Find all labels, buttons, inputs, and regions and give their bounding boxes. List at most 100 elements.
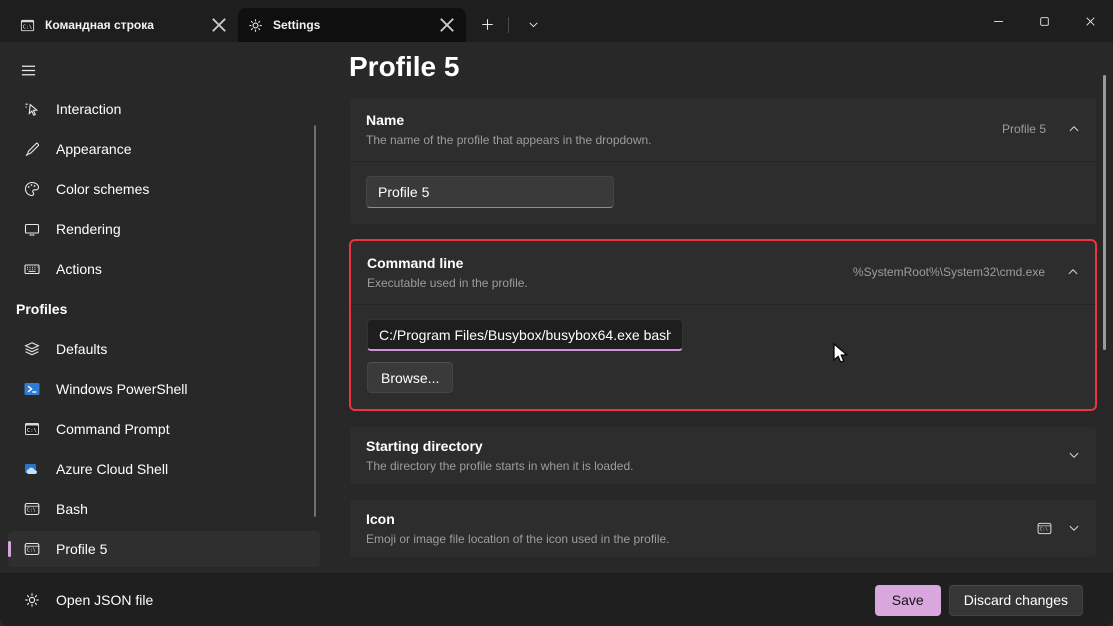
sidebar-item-label: Rendering: [56, 221, 121, 237]
plus-icon: [481, 18, 494, 31]
sidebar-item-label: Color schemes: [56, 181, 149, 197]
hamburger-menu-button[interactable]: [8, 52, 48, 88]
setting-title: Icon: [366, 509, 670, 529]
sidebar-scrollbar[interactable]: [314, 125, 316, 517]
save-button[interactable]: Save: [875, 585, 941, 616]
tab-separator: [508, 17, 509, 33]
svg-text:C:\: C:\: [27, 547, 36, 553]
sidebar-item-label: Interaction: [56, 101, 121, 117]
browse-button[interactable]: Browse...: [367, 362, 453, 393]
profiles-section-header: Profiles: [8, 291, 320, 327]
cmd-icon: C:\: [24, 421, 40, 437]
tab-strip: C:\ Командная строка Settings: [0, 0, 975, 42]
sidebar-item-label: Appearance: [56, 141, 132, 157]
starting-directory-card: Starting directory The directory the pro…: [349, 426, 1097, 485]
open-json-file-label: Open JSON file: [56, 592, 153, 608]
tab-dropdown-button[interactable]: [518, 9, 548, 39]
gear-icon: [24, 592, 40, 608]
titlebar[interactable]: C:\ Командная строка Settings: [0, 0, 1113, 42]
close-tab-icon[interactable]: [208, 14, 230, 36]
chevron-down-icon: [528, 19, 539, 30]
chevron-down-icon[interactable]: [1068, 449, 1080, 461]
sidebar-item-label: Bash: [56, 501, 88, 517]
sidebar-item-profile-5[interactable]: C:\ Profile 5: [8, 531, 320, 567]
close-icon: [1085, 16, 1096, 27]
terminal-icon: C:\: [24, 541, 40, 557]
sidebar-item-label: Actions: [56, 261, 102, 277]
sidebar-item-label: Command Prompt: [56, 421, 170, 437]
sidebar-item-color-schemes[interactable]: Color schemes: [8, 171, 320, 207]
cloud-icon: [24, 461, 40, 477]
tab-label: Командная строка: [45, 18, 208, 32]
powershell-icon: [24, 381, 40, 397]
sidebar-item-rendering[interactable]: Rendering: [8, 211, 320, 247]
name-card-header[interactable]: Name The name of the profile that appear…: [350, 98, 1096, 161]
icon-card-header[interactable]: Icon Emoji or image file location of the…: [350, 500, 1096, 557]
monitor-icon: [24, 221, 40, 237]
page-title: Profile 5: [349, 50, 1097, 84]
settings-content: Profile 5 Name The name of the profile t…: [330, 42, 1113, 573]
cmd-icon: C:\: [20, 18, 35, 33]
sidebar-item-bash[interactable]: C:\ Bash: [8, 491, 320, 527]
sidebar-item-command-prompt[interactable]: C:\ Command Prompt: [8, 411, 320, 447]
close-button[interactable]: [1067, 0, 1113, 42]
sidebar-item-label: Windows PowerShell: [56, 381, 188, 397]
new-tab-button[interactable]: [472, 9, 502, 39]
name-input[interactable]: [366, 176, 614, 208]
command-line-card: Command line Executable used in the prof…: [349, 239, 1097, 411]
gear-icon: [248, 18, 263, 33]
svg-text:C:\: C:\: [27, 507, 36, 513]
command-line-card-header[interactable]: Command line Executable used in the prof…: [351, 241, 1095, 304]
tab-settings[interactable]: Settings: [238, 8, 466, 42]
svg-text:C:\: C:\: [1040, 526, 1048, 532]
layers-icon: [24, 341, 40, 357]
pen-icon: [24, 141, 40, 157]
keyboard-icon: [24, 261, 40, 277]
setting-current-value: Profile 5: [1002, 122, 1046, 136]
setting-current-value: %SystemRoot%\System32\cmd.exe: [853, 265, 1045, 279]
name-card: Name The name of the profile that appear…: [349, 97, 1097, 225]
minimize-button[interactable]: [975, 0, 1021, 42]
icon-card: Icon Emoji or image file location of the…: [349, 499, 1097, 558]
sidebar-item-label: Defaults: [56, 341, 107, 357]
sidebar-item-interaction[interactable]: Interaction: [8, 91, 320, 127]
terminal-icon: C:\: [24, 501, 40, 517]
close-tab-icon[interactable]: [436, 14, 458, 36]
chevron-up-icon[interactable]: [1068, 123, 1080, 135]
tab-command-prompt[interactable]: C:\ Командная строка: [10, 8, 238, 42]
setting-title: Name: [366, 110, 652, 130]
starting-directory-card-header[interactable]: Starting directory The directory the pro…: [350, 427, 1096, 484]
setting-subtitle: Emoji or image file location of the icon…: [366, 531, 670, 547]
sidebar-item-windows-powershell[interactable]: Windows PowerShell: [8, 371, 320, 407]
footer-bar: Open JSON file Save Discard changes: [0, 573, 1113, 626]
setting-title: Starting directory: [366, 436, 633, 456]
sidebar-item-azure-cloud-shell[interactable]: Azure Cloud Shell: [8, 451, 320, 487]
settings-card-stack: Name The name of the profile that appear…: [349, 97, 1097, 573]
maximize-button[interactable]: [1021, 0, 1067, 42]
palette-icon: [24, 181, 40, 197]
sidebar: Interaction Appearance Color schemes Ren…: [0, 42, 330, 573]
sidebar-nav: Interaction Appearance Color schemes Ren…: [0, 91, 320, 571]
svg-text:C:\: C:\: [27, 428, 37, 434]
discard-changes-button[interactable]: Discard changes: [949, 585, 1083, 616]
open-json-file-button[interactable]: Open JSON file: [16, 582, 161, 618]
setting-title: Command line: [367, 253, 528, 273]
sidebar-item-defaults[interactable]: Defaults: [8, 331, 320, 367]
maximize-icon: [1039, 16, 1050, 27]
chevron-down-icon[interactable]: [1068, 522, 1080, 534]
sidebar-item-actions[interactable]: Actions: [8, 251, 320, 287]
setting-subtitle: The name of the profile that appears in …: [366, 132, 652, 148]
svg-text:C:\: C:\: [23, 24, 32, 30]
setting-subtitle: The directory the profile starts in when…: [366, 458, 633, 474]
selection-indicator: [8, 541, 11, 557]
sidebar-item-label: Profile 5: [56, 541, 107, 557]
chevron-up-icon[interactable]: [1067, 266, 1079, 278]
setting-subtitle: Executable used in the profile.: [367, 275, 528, 291]
content-scrollbar[interactable]: [1103, 75, 1106, 350]
window-controls: [975, 0, 1113, 42]
terminal-icon: C:\: [1037, 521, 1052, 536]
sidebar-item-appearance[interactable]: Appearance: [8, 131, 320, 167]
command-line-input[interactable]: [367, 319, 683, 351]
app-window: C:\ Командная строка Settings: [0, 0, 1113, 626]
hamburger-icon: [21, 63, 36, 78]
